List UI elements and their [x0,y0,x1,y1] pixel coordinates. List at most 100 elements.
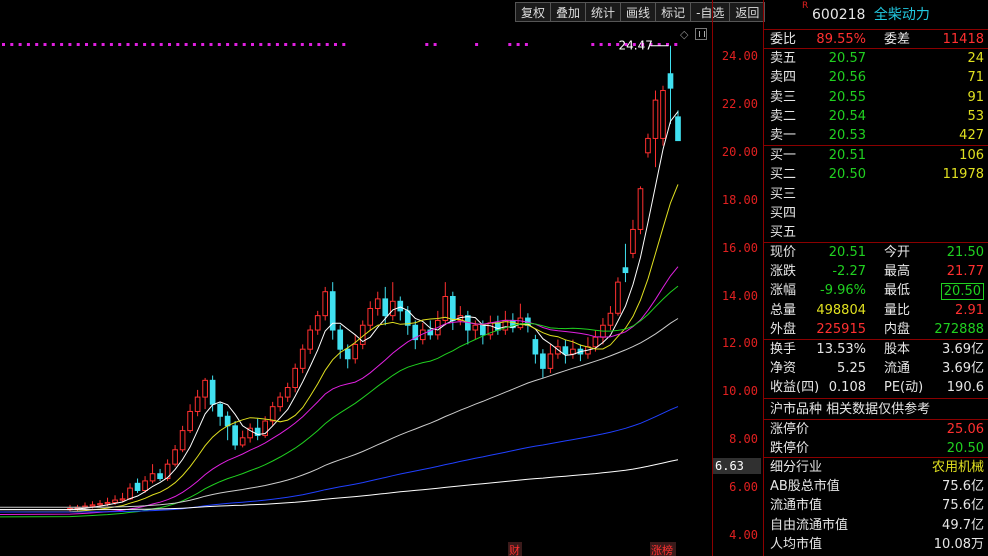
bid-price: 20.50 [828,167,866,183]
diamond-icon[interactable]: ◇ [680,28,689,41]
ma120-line [0,406,679,513]
signal-dot [292,43,296,46]
fundamental-value: 3.69亿 [942,342,984,357]
limit-up-marker[interactable]: 涨榜 [651,543,673,556]
stat-label: 总量 [770,302,797,318]
candle [397,300,404,312]
y-tick-label: 8.00 [729,432,758,447]
bid-volume: 106 [959,148,984,164]
ab-cap-value: 75.6亿 [942,479,984,495]
candle [134,482,141,491]
candle [149,473,156,482]
candle [232,425,238,446]
ask-row[interactable]: 卖三 20.55 91 [764,88,988,107]
industry-row: 细分行业 农用机械 [764,458,988,477]
signal-dot [118,43,122,46]
stock-name[interactable]: 全柴动力 [874,7,930,23]
mark-button[interactable]: 标记 [655,2,692,22]
signal-dot [524,43,528,46]
signal-dot [309,43,313,46]
candle [307,329,314,350]
bid-volume: 11978 [942,167,984,183]
candle [480,324,486,336]
stat-row: 总量 498804 量比 2.91 [764,301,988,320]
ask-row[interactable]: 卖五 20.57 24 [764,49,988,68]
fundamental-value: 190.6 [946,380,984,396]
y-tick-label: 16.00 [721,240,758,255]
signal-dot [284,43,288,46]
fundamental-value: 0.108 [828,380,866,396]
candle [382,298,389,317]
signal-dot [201,43,205,46]
bid-row[interactable]: 买五 [764,223,988,242]
ma5-line [0,111,679,511]
stat-label: 最低 [884,283,911,299]
signal-dot [242,43,246,46]
signal-dot [591,43,595,46]
bid-row[interactable]: 买一 20.51 106 [764,146,988,165]
candle [284,387,291,398]
candle [540,353,546,369]
fundamental-label: PE(动) [884,380,924,396]
signal-dot [134,43,138,46]
signal-dot [192,43,196,46]
bid-level-label: 买一 [770,148,797,164]
finance-marker[interactable]: 财 [509,543,520,556]
stat-row: 现价 20.51 今开 21.50 [764,243,988,262]
ma20-line [0,266,679,515]
ask-row[interactable]: 卖二 20.54 53 [764,107,988,126]
bid-book: 买一 20.51 106 买二 20.50 11978 买三 买四买五 [764,146,988,244]
statistics-button[interactable]: 统计 [585,2,622,22]
candle [202,379,208,398]
limit-down-label: 跌停价 [770,440,810,456]
candle [299,348,306,369]
stat-value: 225915 [816,321,866,337]
fuquan-button[interactable]: 复权 [515,2,552,22]
ask-volume: 71 [967,70,984,86]
stat-value: 498804 [816,302,866,318]
signal-dot [325,43,329,46]
per-capita-label: 人均市值 [770,536,823,552]
ask-level-label: 卖四 [770,70,797,86]
stat-value: 21.77 [946,264,984,280]
candle [314,315,321,331]
candle [322,291,329,317]
candle [179,430,186,451]
y-tick-label: 6.00 [729,480,758,495]
bid-row[interactable]: 买三 [764,185,988,204]
weibi-row: 委比 89.55% 委差 11418 [764,30,988,50]
ask-price: 20.53 [828,127,866,143]
draw-line-button[interactable]: 画线 [620,2,657,22]
ask-level-label: 卖三 [770,89,797,105]
candle [652,99,659,139]
limit-up-label: 涨停价 [770,421,810,437]
quote-stats: 现价 20.51 今开 21.50 涨跌 -2.27 最高 21.77 涨幅 -9.96% 最低 20… [764,243,988,340]
candle [637,188,644,230]
chart-lock-icon[interactable] [695,28,707,40]
candle [157,473,163,480]
weicha-value: 11418 [942,32,984,47]
kline-chart[interactable]: 24.47 ◇ 财 涨榜 [0,0,712,556]
signal-dot [267,43,271,46]
bid-level-label: 买四 [770,205,797,221]
signal-dot [217,43,221,46]
bid-row[interactable]: 买二 20.50 11978 [764,165,988,184]
industry-value[interactable]: 农用机械 [932,458,984,477]
signal-dot [234,43,238,46]
bid-row[interactable]: 买四 [764,204,988,223]
candle [592,336,599,348]
stat-value: -9.96% [820,283,866,299]
ask-row[interactable]: 卖四 20.56 71 [764,68,988,87]
stat-value: 21.50 [946,245,984,261]
bid-level-label: 买二 [770,167,797,183]
candle [277,396,283,408]
overlay-button[interactable]: 叠加 [550,2,587,22]
candle [269,406,276,422]
stat-label: 最高 [884,264,911,280]
y-tick-label: 24.00 [721,49,758,63]
y-tick-label: 4.00 [729,528,758,542]
ask-level-label: 卖一 [770,127,797,143]
candle [142,480,148,491]
bid-level-label: 买五 [770,224,797,240]
ask-row[interactable]: 卖一 20.53 427 [764,126,988,145]
